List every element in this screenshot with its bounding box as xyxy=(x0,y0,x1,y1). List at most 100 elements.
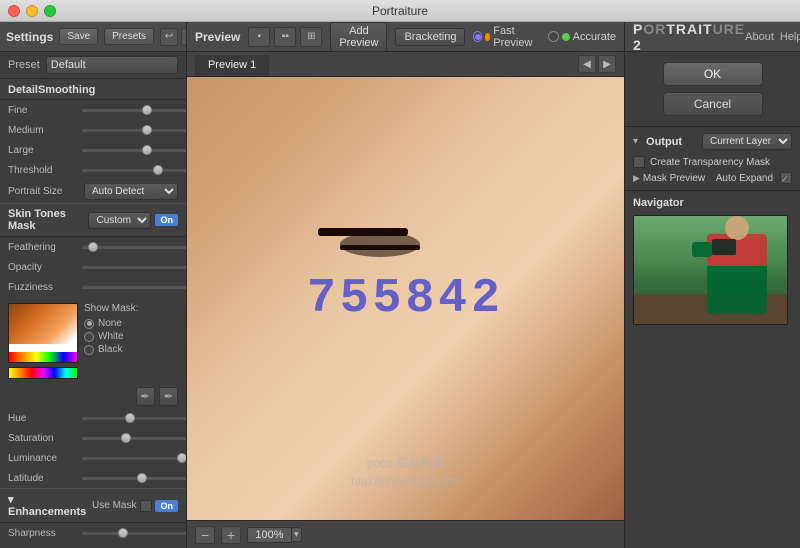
accurate-option[interactable]: Accurate xyxy=(548,31,616,43)
bracketing-button[interactable]: Bracketing xyxy=(395,28,465,46)
preview-nav: ◀ ▶ xyxy=(578,55,616,76)
eyelash xyxy=(340,245,420,250)
right-menu: About Help xyxy=(745,31,800,43)
mask-preview-row: ▶ Mask Preview Auto Expand xyxy=(633,172,792,184)
next-arrow[interactable]: ▶ xyxy=(598,55,616,73)
left-toolbar: Settings Save Presets ↩ ↪ xyxy=(0,22,186,52)
watermark-line1: poco 摄影专辑 xyxy=(351,454,460,472)
color-picker-area: Show Mask: None White Black xyxy=(0,297,186,385)
presets-button[interactable]: Presets xyxy=(104,28,154,45)
enhancements-header: ▾ Enhancements Use Mask On xyxy=(0,488,186,523)
add-preview-button[interactable]: Add Preview xyxy=(330,22,387,52)
black-radio-row[interactable]: Black xyxy=(84,344,138,355)
preset-select[interactable]: Default xyxy=(46,56,178,74)
minimize-button[interactable] xyxy=(26,5,38,17)
left-panel: Settings Save Presets ↩ ↪ Preset Default… xyxy=(0,22,187,548)
create-transparency-label: Create Transparency Mask xyxy=(650,157,770,168)
color-spectrum xyxy=(8,367,78,379)
eyebrow xyxy=(318,228,408,236)
output-select[interactable]: Current Layer xyxy=(702,133,792,150)
about-menu-item[interactable]: About xyxy=(745,31,774,43)
eyedropper-row: ✒ ✒ xyxy=(0,385,186,408)
eyedropper-btn-2[interactable]: ✒ xyxy=(159,387,178,406)
feathering-slider[interactable] xyxy=(82,246,186,249)
color-swatch[interactable] xyxy=(8,303,78,363)
fuzziness-label: Fuzziness xyxy=(8,282,78,293)
nav-person-body xyxy=(707,234,767,314)
window-title: Portraiture xyxy=(372,4,428,18)
output-section: ▾ Output Current Layer Create Transparen… xyxy=(625,127,800,191)
fast-preview-radio[interactable] xyxy=(473,31,481,42)
preview-toolbar: Preview ▪ ▪▪ ⊞ Add Preview Bracketing Fa… xyxy=(187,22,624,52)
ok-cancel-area: OK Cancel xyxy=(625,52,800,127)
navigator-section: Navigator xyxy=(625,191,800,548)
medium-slider[interactable] xyxy=(82,129,186,132)
enhancements-on-badge: On xyxy=(155,500,178,512)
output-label: Output xyxy=(646,136,698,148)
enhancements-title: ▾ Enhancements xyxy=(8,493,92,518)
zoom-in-button[interactable]: + xyxy=(221,526,241,544)
sharpness-slider[interactable] xyxy=(82,532,186,535)
zoom-dropdown[interactable]: ▾ xyxy=(292,527,302,542)
create-transparency-checkbox[interactable] xyxy=(633,156,645,168)
eyedropper-btn-1[interactable]: ✒ xyxy=(136,387,155,406)
fuzziness-slider[interactable] xyxy=(82,286,186,289)
none-radio-row[interactable]: None xyxy=(84,318,138,329)
multi-view-icon[interactable]: ⊞ xyxy=(300,27,322,47)
show-mask-area: Show Mask: None White Black xyxy=(84,303,138,355)
white-radio[interactable] xyxy=(84,332,94,342)
preview-mode-radio-group: Fast Preview Accurate xyxy=(473,25,616,49)
white-radio-row[interactable]: White xyxy=(84,331,138,342)
single-view-icon[interactable]: ▪ xyxy=(248,27,270,47)
auto-expand-checkbox[interactable] xyxy=(780,172,792,184)
traffic-lights xyxy=(8,5,56,17)
none-label: None xyxy=(98,318,122,329)
preview-view-icons: ▪ ▪▪ ⊞ xyxy=(248,27,322,47)
preset-label: Preset xyxy=(8,59,40,71)
white-label: White xyxy=(98,331,124,342)
saturation-label: Saturation xyxy=(8,433,78,444)
large-slider[interactable] xyxy=(82,149,186,152)
hue-label: Hue xyxy=(8,413,78,424)
right-panel: PORTRAITURE 2 About Help OK Cancel ▾ Out… xyxy=(625,22,800,548)
fine-slider[interactable] xyxy=(82,109,186,112)
latitude-slider[interactable] xyxy=(82,477,186,480)
close-button[interactable] xyxy=(8,5,20,17)
mask-preview-label: Mask Preview xyxy=(643,173,705,184)
black-radio[interactable] xyxy=(84,345,94,355)
accurate-dot xyxy=(562,33,570,41)
watermark-line2: http://photo.poco.cn/ xyxy=(351,472,460,490)
opacity-slider[interactable] xyxy=(82,266,186,269)
preview-image-area: 755842 poco 摄影专辑 http://photo.poco.cn/ xyxy=(187,77,624,520)
mask-preview-toggle[interactable]: ▶ Mask Preview xyxy=(633,173,705,184)
zoom-value: 100% xyxy=(247,527,292,543)
nav-person-hand xyxy=(692,242,712,257)
hue-slider[interactable] xyxy=(82,417,186,420)
latitude-slider-row: Latitude 46 xyxy=(0,468,186,488)
portrait-size-select[interactable]: Auto Detect xyxy=(84,183,178,200)
cancel-button[interactable]: Cancel xyxy=(663,92,763,116)
preview-title: Preview xyxy=(195,30,240,44)
accurate-radio[interactable] xyxy=(548,31,559,42)
none-radio[interactable] xyxy=(84,319,94,329)
saturation-slider[interactable] xyxy=(82,437,186,440)
preset-row: Preset Default xyxy=(0,52,186,79)
save-button[interactable]: Save xyxy=(59,28,98,45)
preview-tab-1[interactable]: Preview 1 xyxy=(195,55,269,76)
luminance-slider[interactable] xyxy=(82,457,186,460)
maximize-button[interactable] xyxy=(44,5,56,17)
undo-icon[interactable]: ↩ xyxy=(160,28,178,46)
use-mask-checkbox[interactable] xyxy=(140,500,152,512)
fast-preview-option[interactable]: Fast Preview xyxy=(473,25,537,49)
swatch-white xyxy=(9,344,77,352)
sharpness-slider-row: Sharpness 15 xyxy=(0,523,186,543)
split-view-icon[interactable]: ▪▪ xyxy=(274,27,296,47)
ok-button[interactable]: OK xyxy=(663,62,763,86)
swatch-stripe xyxy=(9,352,77,362)
help-menu-item[interactable]: Help xyxy=(780,31,800,43)
zoom-out-button[interactable]: − xyxy=(195,526,215,544)
threshold-slider[interactable] xyxy=(82,169,186,172)
use-mask-label: Use Mask xyxy=(92,500,136,511)
prev-arrow[interactable]: ◀ xyxy=(578,55,596,73)
skin-custom-select[interactable]: Custom xyxy=(88,212,151,229)
